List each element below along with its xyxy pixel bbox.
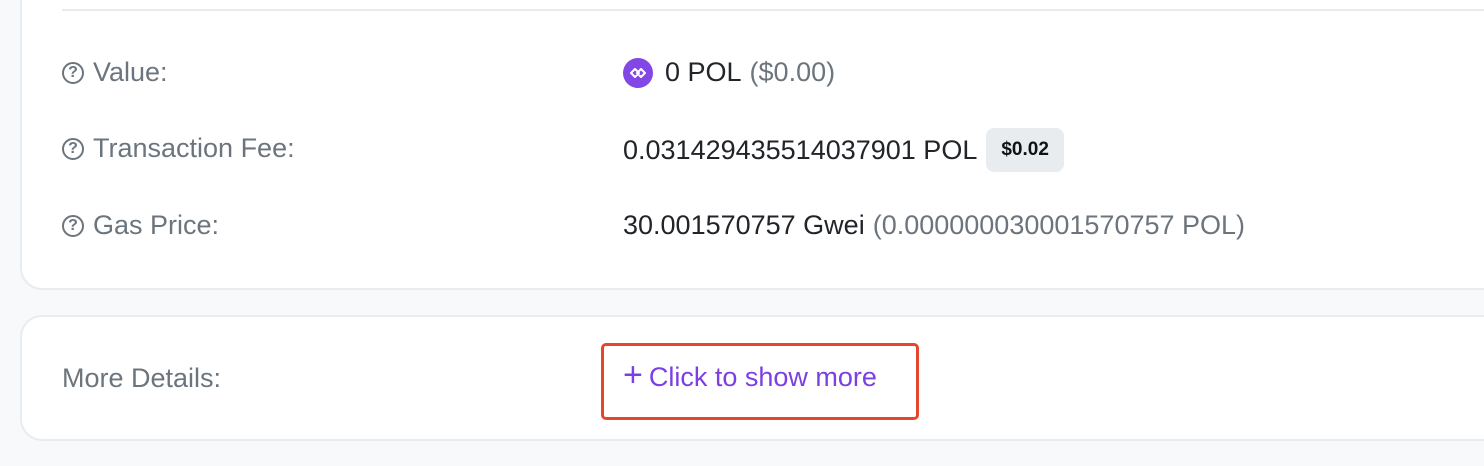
gas-price-pol: (0.000000030001570757 POL) xyxy=(872,210,1246,240)
help-icon[interactable]: ? xyxy=(62,61,84,84)
transaction-fee-row: 0.031429435514037901 POL $0.02 xyxy=(623,128,1064,172)
help-icon[interactable]: ? xyxy=(62,137,84,160)
fee-usd-badge: $0.02 xyxy=(986,128,1064,172)
value-usd: ($0.00) xyxy=(749,57,836,87)
help-icon[interactable]: ? xyxy=(62,214,84,237)
gas-price-label-row: ? Gas Price: xyxy=(62,210,219,241)
value-row: 0 POL ($0.00) xyxy=(623,57,835,88)
transaction-fee-label-row: ? Transaction Fee: xyxy=(62,133,295,164)
divider xyxy=(62,9,1484,11)
transaction-fee-label: Transaction Fee: xyxy=(93,133,295,163)
show-more-label: Click to show more xyxy=(648,361,877,392)
show-more-link[interactable]: + Click to show more xyxy=(623,356,877,394)
value-label-row: ? Value: xyxy=(62,57,168,88)
gas-price-label: Gas Price: xyxy=(93,210,220,240)
gas-price-amount: 30.001570757 Gwei xyxy=(623,210,865,240)
gas-price-row: 30.001570757 Gwei (0.000000030001570757 … xyxy=(623,210,1245,241)
value-amount: 0 POL xyxy=(665,57,742,87)
plus-icon: + xyxy=(623,356,643,394)
more-details-label: More Details: xyxy=(62,363,222,393)
value-label: Value: xyxy=(93,57,168,87)
transaction-fee-amount: 0.031429435514037901 POL xyxy=(623,134,978,165)
polygon-icon xyxy=(623,57,653,88)
